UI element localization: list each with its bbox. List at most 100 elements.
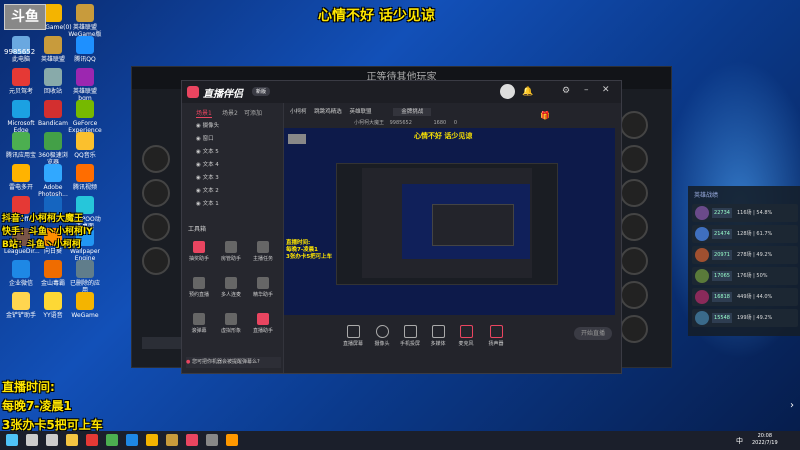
desktop-icon[interactable]: Bandicam	[36, 100, 70, 127]
tool-item[interactable]: 多人连麦	[220, 277, 242, 298]
preview-nested-window	[336, 163, 558, 285]
game-side-button[interactable]	[142, 145, 170, 173]
overlay-douyin: 抖音：小柯柯大魔王	[2, 214, 84, 224]
hero-rank-panel: 英雄战绩 22734 116场 | 54.8% 21474 128场 | 61.7% 2…	[688, 186, 800, 336]
desktop-icon[interactable]: 腾讯QQ	[68, 36, 102, 63]
desktop-icon[interactable]: 金山毒霸	[36, 260, 70, 287]
task-view-icon[interactable]	[46, 434, 58, 446]
desktop-icon[interactable]: 360极速浏览器	[36, 132, 70, 166]
version-badge[interactable]: 新版	[252, 87, 271, 96]
subheader-room: 小柯柯大魔王	[354, 120, 385, 126]
tray-lang[interactable]: 中	[736, 436, 743, 446]
bell-icon[interactable]: 🔔	[522, 87, 533, 97]
desktop-icon[interactable]: 金铲铲助手	[4, 292, 38, 319]
desktop-icon[interactable]: QQ音乐	[68, 132, 102, 159]
source-item[interactable]: ◉ 文本 5	[196, 147, 276, 156]
header-tab-room[interactable]: 小柯柯	[290, 109, 307, 115]
game-side-button[interactable]	[620, 213, 648, 241]
rank-row[interactable]: 15548 199场 | 49.2%	[692, 309, 798, 327]
tab-scene-1[interactable]: 场景1	[196, 108, 212, 118]
game-side-button[interactable]	[142, 179, 170, 207]
source-item[interactable]: ◉ 摄像头	[196, 121, 276, 130]
control-speaker[interactable]: 扬声器	[484, 325, 508, 347]
desktop-icon[interactable]: Adobe Photosh...	[36, 164, 70, 198]
app-icon	[76, 100, 94, 118]
desktop-icon[interactable]: WeGame	[68, 292, 102, 319]
overlay-live-hours: 每晚7-凌晨1	[2, 399, 72, 413]
desktop-icon[interactable]: 已删除的应用	[68, 260, 102, 294]
desktop-icon[interactable]: 腾讯视频	[68, 164, 102, 191]
rank-row[interactable]: 16818 449场 | 44.0%	[692, 288, 798, 306]
settings-icon[interactable]: ⚙	[562, 86, 570, 96]
avatar[interactable]	[500, 84, 515, 99]
gift-icon[interactable]: 🎁	[540, 111, 550, 120]
tool-item[interactable]: 精华助手	[252, 277, 274, 298]
game-side-button[interactable]	[620, 145, 648, 173]
desktop-icon[interactable]: 元贝驾考	[4, 68, 38, 95]
start-live-button[interactable]: 开始直播	[574, 327, 612, 340]
chrome-icon[interactable]	[86, 434, 98, 446]
windows-start-icon[interactable]	[6, 434, 18, 446]
header-title[interactable]: 金牌挑战	[393, 108, 432, 116]
tool-item[interactable]: 虚拟形象	[220, 313, 242, 334]
header-tab-highlight[interactable]: 跳跳鸡精选	[314, 109, 342, 115]
close-icon[interactable]: ✕	[602, 85, 610, 95]
tray-clock[interactable]: 20:08 2022/7/19	[752, 433, 778, 447]
control-camera[interactable]: 摄像头	[370, 325, 394, 347]
game-side-button[interactable]	[142, 213, 170, 241]
game-side-button[interactable]	[620, 179, 648, 207]
source-item[interactable]: ◉ 文本 2	[196, 186, 276, 195]
desktop-icon[interactable]: Microsoft Edge	[4, 100, 38, 134]
tool-item[interactable]: 房管助手	[220, 241, 242, 262]
tool-item[interactable]: 直播助手	[252, 313, 274, 334]
control-media[interactable]: 多媒体	[426, 325, 450, 347]
wechat-icon[interactable]	[106, 434, 118, 446]
subheader-stat1: 1680	[433, 120, 447, 126]
desktop-icon[interactable]: YY语音	[36, 292, 70, 319]
rank-chevron-icon[interactable]: ›	[790, 400, 794, 411]
game-bottom-input[interactable]	[142, 337, 186, 349]
desktop-icon[interactable]: 英雄联盟bgm	[68, 68, 102, 102]
wegame-icon[interactable]	[146, 434, 158, 446]
league-icon[interactable]	[166, 434, 178, 446]
qq-icon[interactable]	[126, 434, 138, 446]
minimize-icon[interactable]: –	[584, 85, 589, 95]
doyin-live-icon[interactable]	[186, 434, 198, 446]
rank-row[interactable]: 21474 128场 | 61.7%	[692, 225, 798, 243]
folder-icon[interactable]	[226, 434, 238, 446]
app-icon	[76, 292, 94, 310]
tool-item[interactable]: 预约直播	[188, 277, 210, 298]
notice-bar[interactable]: ● 您可把你机器会被提醒弹幕么?	[186, 357, 281, 368]
game-side-button[interactable]	[620, 281, 648, 309]
game-side-button[interactable]	[620, 111, 648, 139]
rank-row[interactable]: 22734 116场 | 54.8%	[692, 204, 798, 222]
source-item[interactable]: ◉ 文本 4	[196, 160, 276, 169]
game-side-button[interactable]	[620, 315, 648, 343]
tool-item[interactable]: 滚弹幕	[188, 313, 210, 334]
desktop-icon[interactable]: 腾讯应用宝	[4, 132, 38, 159]
game-side-button[interactable]	[620, 247, 648, 275]
search-icon[interactable]	[26, 434, 38, 446]
tab-scene-2[interactable]: 场景2	[222, 108, 238, 117]
desktop-icon[interactable]: 雷电多开	[4, 164, 38, 191]
rank-stats: 278场 | 49.2%	[737, 252, 773, 258]
tool-item[interactable]: 主播任务	[252, 241, 274, 262]
tool-item[interactable]: 抽奖助手	[188, 241, 210, 262]
header-category[interactable]: 英雄联盟	[350, 109, 372, 115]
source-item[interactable]: ◉ 文本 3	[196, 173, 276, 182]
source-item[interactable]: ◉ 文本 1	[196, 199, 276, 208]
control-phone-cast[interactable]: 手机投屏	[398, 325, 422, 347]
rank-row[interactable]: 17065 176场 | 50%	[692, 267, 798, 285]
obs-icon[interactable]	[206, 434, 218, 446]
desktop-icon[interactable]: 企业微信	[4, 260, 38, 287]
control-microphone[interactable]: 麦克风	[454, 325, 478, 347]
file-explorer-icon[interactable]	[66, 434, 78, 446]
desktop-icon[interactable]: 回收站	[36, 68, 70, 95]
desktop-icon[interactable]: GeForce Experience	[68, 100, 102, 134]
tab-add[interactable]: 可添加	[244, 108, 262, 117]
game-side-button[interactable]	[142, 247, 170, 275]
control-screen-capture[interactable]: 直播屏幕	[341, 325, 365, 347]
source-item[interactable]: ◉ 窗口	[196, 134, 276, 143]
rank-row[interactable]: 20971 278场 | 49.2%	[692, 246, 798, 264]
desktop-icon[interactable]: 英雄联盟WeGame版	[68, 4, 102, 38]
